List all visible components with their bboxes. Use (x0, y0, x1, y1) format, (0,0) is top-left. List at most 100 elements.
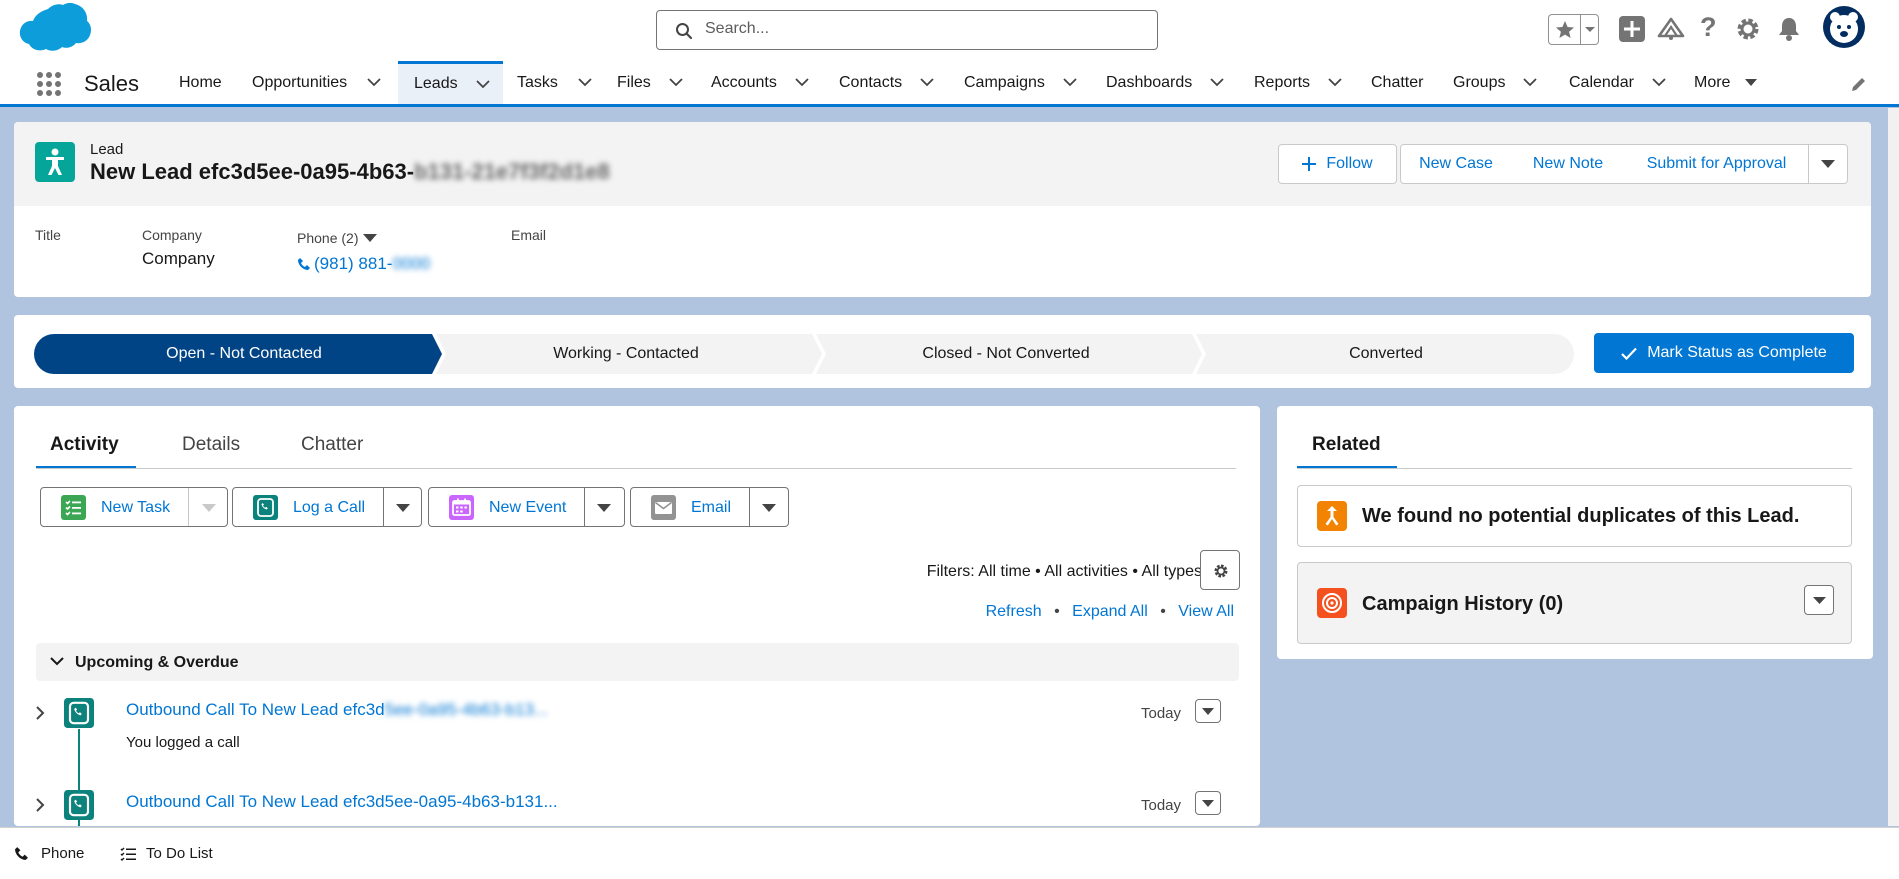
utility-todo[interactable]: To Do List (120, 845, 213, 862)
nav-item-opportunities[interactable]: Opportunities (252, 61, 381, 104)
global-search[interactable] (656, 10, 1158, 50)
chevron-down-icon[interactable] (669, 78, 683, 87)
nav-item-reports[interactable]: Reports (1254, 61, 1342, 104)
nav-item-label: Calendar (1569, 73, 1634, 91)
gear-icon (1214, 564, 1228, 578)
lead-icon (35, 142, 75, 182)
mark-status-complete-button[interactable]: Mark Status as Complete (1594, 333, 1854, 373)
new-case-label: New Case (1419, 155, 1493, 172)
nav-item-label: Chatter (1371, 73, 1424, 91)
submit-for-approval-button[interactable]: Submit for Approval (1625, 144, 1809, 184)
caret-down-icon[interactable] (396, 504, 410, 513)
chevron-down-icon[interactable] (1328, 78, 1342, 87)
more-actions-button[interactable] (1808, 144, 1848, 184)
nav-item-label: Groups (1453, 73, 1506, 91)
task-icon (61, 495, 86, 520)
nav-item-contacts[interactable]: Contacts (839, 61, 934, 104)
call-icon (253, 495, 278, 520)
log-a-call-button[interactable]: Log a Call (232, 487, 422, 527)
upcoming-overdue-section[interactable]: Upcoming & Overdue (36, 643, 1239, 681)
nav-item-leads[interactable]: Leads (398, 61, 503, 104)
chevron-down-icon[interactable] (920, 78, 934, 87)
new-note-button[interactable]: New Note (1511, 144, 1626, 184)
timeline-line (78, 729, 80, 792)
caret-down-icon[interactable] (202, 504, 216, 513)
nav-item-campaigns[interactable]: Campaigns (964, 61, 1077, 104)
nav-item-tasks[interactable]: Tasks (517, 61, 592, 104)
new-case-button[interactable]: New Case (1400, 144, 1512, 184)
app-name: Sales (84, 71, 140, 96)
section-title: Upcoming & Overdue (75, 654, 239, 671)
nav-item-calendar[interactable]: Calendar (1569, 61, 1666, 104)
tab-related[interactable]: Related (1312, 434, 1381, 456)
chevron-down-icon[interactable] (475, 79, 490, 89)
caret-down-icon (1813, 597, 1826, 604)
path-step-closed[interactable]: Closed - Not Converted (816, 334, 1196, 374)
tab-details[interactable]: Details (182, 434, 240, 456)
nav-item-more[interactable]: More (1694, 61, 1758, 104)
view-all-link[interactable]: View All (1178, 603, 1234, 620)
activity-item-title[interactable]: Outbound Call To New Lead efc3d5ee-0a95-… (126, 792, 558, 812)
log-a-call-label: Log a Call (293, 499, 366, 516)
gear-icon[interactable] (1735, 16, 1761, 42)
nav-item-chatter[interactable]: Chatter (1371, 61, 1423, 104)
phone-dropdown[interactable]: Phone (2) (297, 230, 378, 246)
chevron-right-icon[interactable] (36, 798, 45, 812)
campaign-history-title[interactable]: Campaign History (0) (1362, 593, 1563, 616)
new-event-button[interactable]: New Event (428, 487, 625, 527)
chevron-down-icon[interactable] (1210, 78, 1224, 87)
caret-down-icon[interactable] (762, 504, 776, 513)
tab-activity[interactable]: Activity (50, 434, 119, 456)
nav-item-groups[interactable]: Groups (1453, 61, 1538, 104)
chevron-down-icon[interactable] (1523, 78, 1538, 87)
email-button[interactable]: Email (630, 487, 789, 527)
nav-item-home[interactable]: Home (179, 61, 222, 104)
caret-down-icon[interactable] (597, 504, 611, 513)
avatar[interactable] (1823, 6, 1865, 48)
phone-value[interactable]: (981) 881- 0000 (297, 254, 430, 274)
path-step-working[interactable]: Working - Contacted (436, 334, 816, 374)
activity-item-title[interactable]: Outbound Call To New Lead efc3d5ee-0a95-… (126, 700, 548, 720)
campaign-history-menu[interactable] (1804, 585, 1834, 615)
nav-item-files[interactable]: Files (617, 61, 683, 104)
path-step-open[interactable]: Open - Not Contacted (44, 334, 444, 374)
activity-item-menu[interactable] (1195, 699, 1221, 723)
utility-phone[interactable]: Phone (14, 845, 84, 862)
filters-settings-button[interactable] (1200, 550, 1240, 590)
refresh-link[interactable]: Refresh (986, 603, 1042, 620)
add-icon[interactable] (1619, 16, 1645, 42)
chevron-down-icon[interactable] (1652, 78, 1666, 87)
filters-text: Filters: All time • All activities • All… (926, 563, 1202, 580)
new-task-button[interactable]: New Task (40, 487, 228, 527)
chevron-down-icon[interactable] (578, 78, 592, 87)
favorites-button[interactable] (1548, 14, 1599, 45)
tab-chatter[interactable]: Chatter (301, 434, 363, 456)
caret-down-icon (363, 233, 378, 242)
utility-bar: Phone To Do List (0, 827, 1899, 879)
nav-item-dashboards[interactable]: Dashboards (1106, 61, 1224, 104)
chevron-down-icon[interactable] (367, 78, 381, 87)
app-launcher-icon[interactable] (36, 71, 62, 97)
page-scrollbar[interactable] (1888, 108, 1899, 826)
chevron-down-icon[interactable] (795, 78, 809, 87)
trailhead-icon[interactable] (1657, 16, 1685, 42)
check-icon (1621, 347, 1637, 360)
bell-icon[interactable] (1777, 16, 1801, 42)
duplicates-card: We found no potential duplicates of this… (1297, 485, 1852, 547)
search-input[interactable] (705, 20, 1145, 38)
todo-list-icon (120, 847, 136, 861)
salesforce-logo[interactable] (18, 3, 92, 55)
email-label: Email (511, 227, 547, 243)
expand-all-link[interactable]: Expand All (1072, 603, 1148, 620)
follow-button[interactable]: Follow (1278, 144, 1397, 184)
path-step-converted[interactable]: Converted (1196, 334, 1576, 374)
caret-down-icon[interactable] (1744, 78, 1758, 87)
help-icon[interactable]: ? (1700, 12, 1717, 43)
chevron-down-icon[interactable] (1063, 78, 1077, 87)
activity-item-menu[interactable] (1195, 791, 1221, 815)
nav-item-accounts[interactable]: Accounts (711, 61, 809, 104)
record-header: Lead New Lead efc3d5ee-0a95-4b63-b131-21… (14, 122, 1871, 297)
chevron-right-icon[interactable] (36, 706, 45, 720)
edit-nav-icon[interactable] (1850, 75, 1868, 93)
status-path: Open - Not Contacted Working - Contacted… (14, 315, 1871, 388)
